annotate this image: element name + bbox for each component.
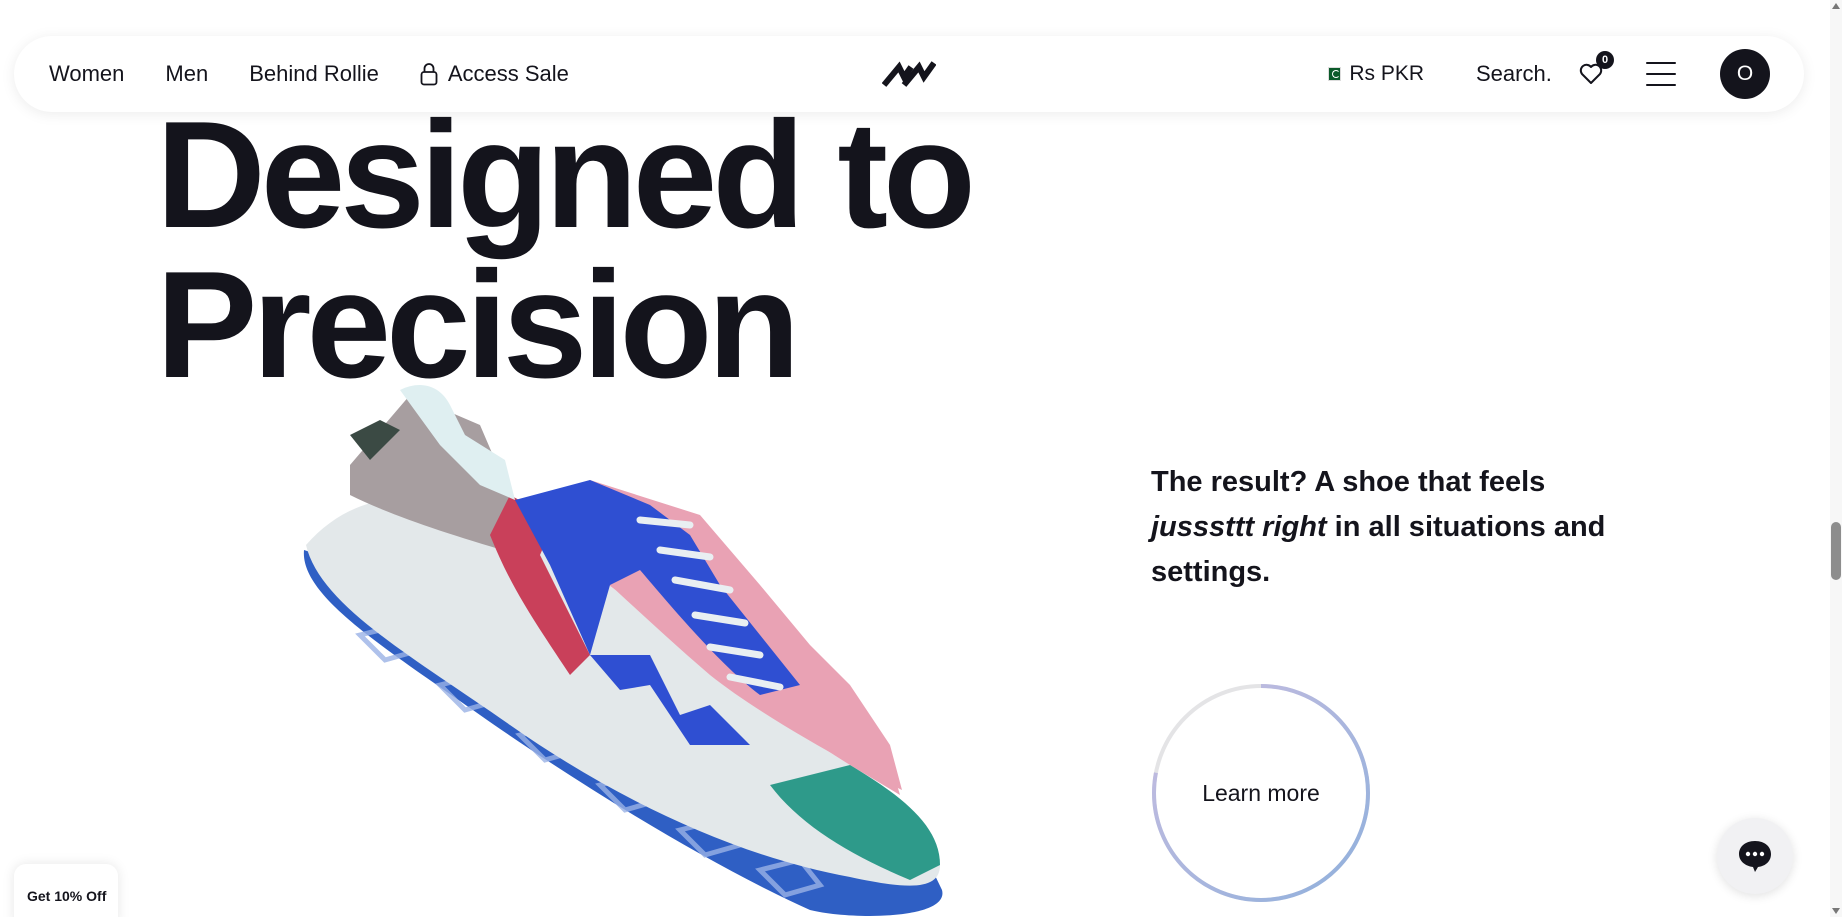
hero-title: Designed to Precision (156, 90, 976, 410)
learn-more-label: Learn more (1202, 779, 1320, 806)
sneaker-product-image (303, 385, 943, 916)
chat-widget-button[interactable] (1717, 818, 1793, 894)
header-actions: Rs PKR Search... 0 O (1323, 49, 1770, 99)
hero-title-line: Designed to (156, 90, 976, 260)
currency-selector[interactable]: Rs PKR (1323, 62, 1424, 86)
menu-line-icon (1646, 73, 1676, 75)
brand-logo[interactable] (881, 57, 937, 91)
result-copy: The result? A shoe that feels jusssttt r… (1151, 460, 1621, 595)
discount-tab[interactable]: Get 10% Off (14, 864, 118, 917)
hero-title-line: Precision (156, 240, 800, 410)
wishlist-count-badge: 0 (1596, 51, 1614, 69)
learn-more-button[interactable]: Learn more (1150, 682, 1372, 904)
scroll-down-arrow-icon[interactable] (1832, 908, 1840, 914)
account-avatar[interactable]: O (1720, 49, 1770, 99)
chat-bubble-icon (1739, 841, 1771, 872)
scroll-up-arrow-icon[interactable] (1832, 3, 1840, 9)
nav-behind-rollie-link[interactable]: Behind Rollie (249, 61, 379, 87)
pakistan-flag-icon (1323, 67, 1342, 81)
access-sale-label: Access Sale (447, 61, 569, 86)
result-copy-part: The result? A shoe that feels (1151, 466, 1546, 498)
hamburger-menu-button[interactable] (1646, 62, 1676, 86)
wishlist-button[interactable]: 0 (1578, 51, 1614, 87)
nav-men-link[interactable]: Men (165, 61, 208, 87)
menu-line-icon (1646, 62, 1676, 64)
lock-icon (420, 63, 438, 86)
scrollbar-thumb[interactable] (1831, 522, 1841, 580)
page-scrollbar[interactable] (1830, 0, 1842, 917)
primary-nav: Women Men Behind Rollie Access Sale (49, 61, 569, 87)
nav-women-link[interactable]: Women (49, 61, 124, 87)
access-sale-link[interactable]: Access Sale (420, 61, 569, 87)
menu-line-icon (1646, 84, 1676, 86)
currency-label: Rs PKR (1349, 62, 1424, 85)
search-button[interactable]: Search... (1476, 61, 1550, 87)
result-copy-emphasis: jusssttt right (1151, 511, 1327, 543)
